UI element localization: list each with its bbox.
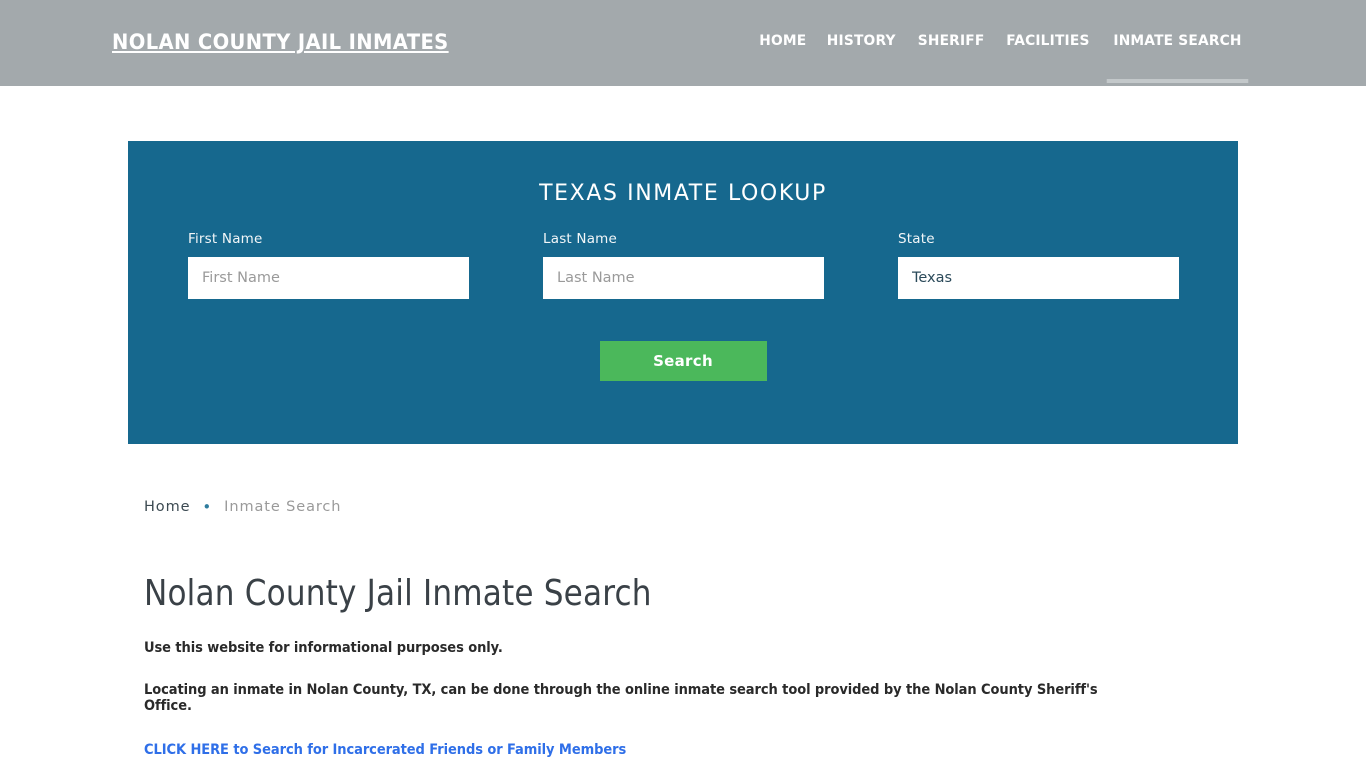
- first-name-input[interactable]: [188, 257, 469, 299]
- main-content: Home • Inmate Search Nolan County Jail I…: [128, 444, 1238, 768]
- nav-item-history[interactable]: History: [819, 0, 905, 86]
- lookup-section: Texas Inmate Lookup First Name Last Name…: [0, 86, 1366, 444]
- last-name-input[interactable]: [543, 257, 824, 299]
- breadcrumb-current: Inmate Search: [224, 499, 342, 515]
- page-title: Nolan County Jail Inmate Search: [144, 573, 652, 614]
- nav-item-inmate-search[interactable]: Inmate Search: [1105, 0, 1250, 86]
- first-name-field-group: First Name: [188, 231, 469, 299]
- first-name-label: First Name: [188, 231, 263, 247]
- breadcrumb-separator-icon: •: [202, 497, 213, 516]
- nav-item-facilities[interactable]: Facilities: [998, 0, 1098, 86]
- lookup-fields: First Name Last Name State Texas: [128, 231, 1238, 331]
- site-logo[interactable]: Nolan County Jail Inmates: [112, 30, 449, 54]
- paragraph-disclaimer: Use this website for informational purpo…: [144, 640, 503, 656]
- site-header: Nolan County Jail Inmates Home History S…: [0, 0, 1366, 86]
- last-name-field-group: Last Name: [543, 231, 824, 299]
- nav-item-home[interactable]: Home: [751, 0, 815, 86]
- inmate-lookup-panel: Texas Inmate Lookup First Name Last Name…: [128, 141, 1238, 444]
- search-button[interactable]: Search: [599, 341, 767, 381]
- nav-item-sheriff[interactable]: Sheriff: [909, 0, 993, 86]
- paragraph-intro: Locating an inmate in Nolan County, TX, …: [144, 682, 1098, 714]
- main-navigation: Home History Sheriff Facilities Inmate S…: [749, 0, 1254, 86]
- state-label: State: [898, 231, 935, 247]
- last-name-label: Last Name: [543, 231, 618, 247]
- breadcrumb: Home • Inmate Search: [128, 499, 1238, 515]
- lookup-title: Texas Inmate Lookup: [539, 181, 827, 206]
- breadcrumb-home[interactable]: Home: [144, 499, 190, 515]
- state-select[interactable]: Texas: [898, 257, 1179, 299]
- state-field-group: State Texas: [898, 231, 1179, 299]
- inmate-search-link[interactable]: CLICK HERE to Search for Incarcerated Fr…: [144, 742, 1129, 758]
- submit-row: Search: [128, 341, 1238, 381]
